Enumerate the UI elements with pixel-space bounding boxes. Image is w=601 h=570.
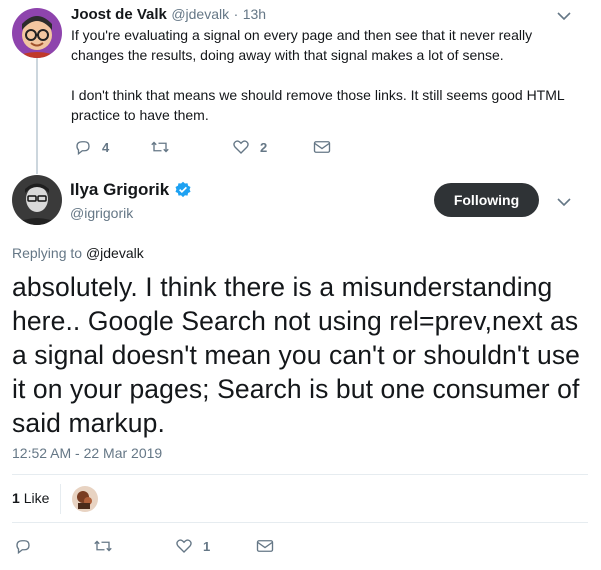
- retweet-icon: [94, 540, 112, 552]
- replying-to-label: Replying to: [12, 245, 83, 261]
- following-button[interactable]: Following: [434, 183, 539, 217]
- divider-top: [12, 474, 588, 475]
- like-icon: [233, 140, 249, 154]
- reply-icon: [76, 141, 90, 156]
- tweet-timestamp[interactable]: 12:52 AM - 22 Mar 2019: [12, 445, 162, 461]
- parent-like-count: 2: [260, 139, 268, 155]
- parent-reply-button[interactable]: 4: [74, 138, 109, 156]
- verified-badge-icon: [175, 181, 191, 198]
- likes-summary[interactable]: 1 Like: [12, 490, 49, 506]
- direct-message-icon: [256, 540, 274, 552]
- parent-author-name[interactable]: Joost de Valk: [71, 6, 167, 23]
- main-tweet-text: absolutely. I think there is a misunders…: [12, 272, 581, 438]
- parent-more-caret-icon[interactable]: [556, 10, 572, 22]
- main-more-caret-icon[interactable]: [556, 196, 572, 208]
- divider-bottom: [12, 522, 588, 523]
- parent-tweet-time[interactable]: 13h: [243, 6, 266, 22]
- main-like-button[interactable]: 1: [175, 537, 210, 555]
- main-dm-button[interactable]: [256, 538, 284, 554]
- replying-to-handle[interactable]: @jdevalk: [86, 245, 144, 261]
- retweet-icon: [151, 141, 169, 153]
- main-author-handle[interactable]: @igrigorik: [70, 205, 133, 221]
- likes-divider: [60, 484, 61, 514]
- parent-tweet-paragraph-2: I don't think that means we should remov…: [71, 87, 565, 123]
- likes-word: Like: [23, 490, 50, 506]
- parent-like-button[interactable]: 2: [232, 138, 267, 156]
- time-separator: ·: [233, 6, 239, 22]
- main-reply-button[interactable]: [14, 537, 42, 555]
- direct-message-icon: [313, 141, 331, 153]
- reply-icon: [16, 540, 30, 555]
- parent-author-avatar[interactable]: [12, 8, 62, 58]
- main-author-avatar[interactable]: [12, 175, 62, 225]
- replying-to-line: Replying to @jdevalk: [12, 245, 144, 261]
- main-like-count: 1: [203, 538, 211, 554]
- main-retweet-button[interactable]: [93, 537, 123, 555]
- thread-connector-line: [36, 58, 38, 174]
- parent-reply-count: 4: [102, 139, 110, 155]
- like-icon: [176, 539, 192, 553]
- main-author-name[interactable]: Ilya Grigorik: [70, 180, 169, 200]
- likes-count: 1: [12, 490, 20, 506]
- parent-dm-button[interactable]: [313, 139, 341, 155]
- parent-tweet-paragraph-1: If you're evaluating a signal on every p…: [71, 27, 533, 63]
- parent-author-handle[interactable]: @jdevalk: [171, 6, 229, 22]
- liker-avatar[interactable]: [72, 486, 98, 512]
- parent-retweet-button[interactable]: [150, 138, 180, 156]
